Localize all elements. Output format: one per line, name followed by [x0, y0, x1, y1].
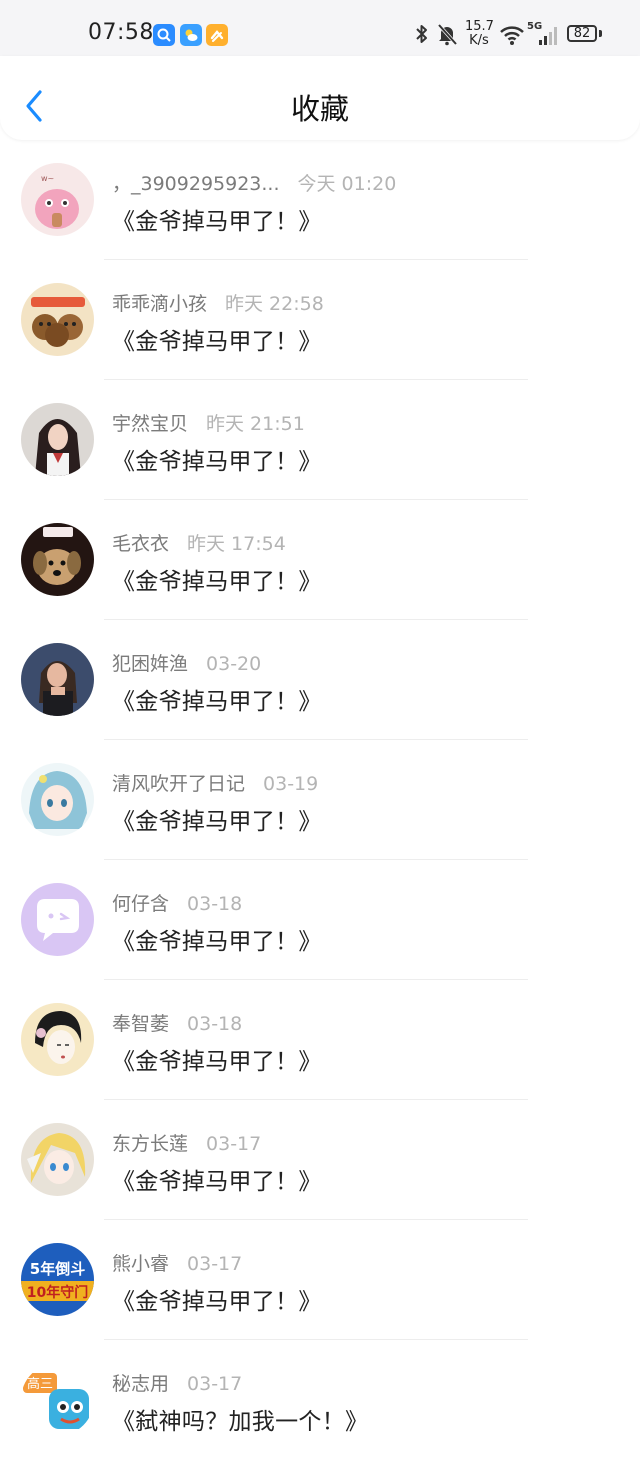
item-time: 今天 01:20	[297, 173, 397, 195]
item-time: 昨天 17:54	[187, 533, 286, 555]
avatar	[21, 763, 94, 836]
item-content: 《金爷掉马甲了！》	[112, 689, 322, 715]
avatar	[21, 283, 94, 356]
search-app-icon	[153, 24, 175, 46]
avatar-badge-line2: 10年守门	[27, 1284, 88, 1301]
weather-app-icon	[180, 24, 202, 46]
favorites-list: w~ ，_3909295923... 今天 01:20 《金爷掉马甲了！》 乖乖滴…	[0, 140, 640, 1460]
avatar: w~	[21, 163, 94, 236]
item-time: 03-17	[206, 1133, 262, 1155]
item-content: 《金爷掉马甲了！》	[112, 1169, 322, 1195]
list-item[interactable]: 东方长莲 03-17 《金爷掉马甲了！》	[0, 1100, 640, 1220]
avatar	[21, 1003, 94, 1076]
sender-name: 清风吹开了日记	[112, 773, 246, 795]
battery-level: 82	[573, 26, 591, 41]
list-item[interactable]: 奉智萎 03-18 《金爷掉马甲了！》	[0, 980, 640, 1100]
list-item[interactable]: 高三 秘志用 03-17 《弑神吗？加我一个！》	[0, 1340, 640, 1460]
sender-name: 奉智萎	[112, 1013, 170, 1035]
item-content: 《金爷掉马甲了！》	[112, 209, 322, 235]
item-time: 03-18	[187, 893, 243, 915]
sender-name: 犯困姩渔	[112, 653, 189, 675]
item-time: 03-18	[187, 1013, 243, 1035]
battery-indicator: 82	[567, 25, 597, 42]
avatar	[21, 883, 94, 956]
list-item[interactable]: 毛衣衣 昨天 17:54 《金爷掉马甲了！》	[0, 500, 640, 620]
sender-name: 宇然宝贝	[112, 413, 189, 435]
list-item[interactable]: 宇然宝贝 昨天 21:51 《金爷掉马甲了！》	[0, 380, 640, 500]
sender-name: 毛衣衣	[112, 533, 170, 555]
item-time: 03-19	[263, 773, 319, 795]
sender-name: 何仔含	[112, 893, 170, 915]
list-item[interactable]: w~ ，_3909295923... 今天 01:20 《金爷掉马甲了！》	[0, 140, 640, 260]
sender-name: 东方长莲	[112, 1133, 189, 1155]
avatar	[21, 643, 94, 716]
net-speed-value: 15.7	[465, 19, 494, 34]
signal-icon	[539, 27, 557, 45]
list-item[interactable]: 乖乖滴小孩 昨天 22:58 《金爷掉马甲了！》	[0, 260, 640, 380]
list-item[interactable]: 何仔含 03-18 《金爷掉马甲了！》	[0, 860, 640, 980]
list-item[interactable]: 犯困姩渔 03-20 《金爷掉马甲了！》	[0, 620, 640, 740]
avatar: 5年倒斗 10年守门	[21, 1243, 94, 1316]
list-item[interactable]: 清风吹开了日记 03-19 《金爷掉马甲了！》	[0, 740, 640, 860]
status-time: 07:58	[88, 20, 154, 45]
list-item[interactable]: 5年倒斗 10年守门 熊小睿 03-17 《金爷掉马甲了！》	[0, 1220, 640, 1340]
item-time: 昨天 22:58	[225, 293, 324, 315]
page-title: 收藏	[290, 92, 349, 126]
item-content: 《金爷掉马甲了！》	[112, 809, 322, 835]
item-time: 03-17	[187, 1373, 243, 1395]
item-content: 《金爷掉马甲了！》	[112, 1049, 322, 1075]
avatar-tag-text: 高三	[27, 1376, 53, 1392]
item-time: 03-17	[187, 1253, 243, 1275]
avatar-badge-line1: 5年倒斗	[30, 1260, 85, 1278]
sender-name: 熊小睿	[112, 1253, 170, 1275]
svg-text:w~: w~	[41, 174, 54, 183]
avatar	[21, 403, 94, 476]
avatar	[21, 1123, 94, 1196]
battery-tip	[599, 30, 602, 37]
avatar	[21, 523, 94, 596]
item-time: 昨天 21:51	[206, 413, 305, 435]
net-speed-unit: K/s	[469, 33, 489, 48]
item-content: 《金爷掉马甲了！》	[112, 929, 322, 955]
bluetooth-icon	[416, 25, 427, 43]
item-content: 《弑神吗？加我一个！》	[112, 1409, 369, 1435]
sender-name: 乖乖滴小孩	[112, 293, 208, 315]
net-speed: 15.7 K/s	[465, 19, 494, 48]
item-content: 《金爷掉马甲了！》	[112, 1289, 322, 1315]
sender-name: ，_3909295923...	[112, 173, 280, 195]
item-content: 《金爷掉马甲了！》	[112, 329, 322, 355]
item-content: 《金爷掉马甲了！》	[112, 569, 322, 595]
item-time: 03-20	[206, 653, 262, 675]
item-content: 《金爷掉马甲了！》	[112, 449, 322, 475]
mute-bell-icon	[437, 23, 458, 46]
sender-name: 秘志用	[112, 1373, 170, 1395]
avatar: 高三	[21, 1363, 94, 1436]
wifi-icon	[500, 26, 524, 45]
notes-app-icon	[206, 24, 228, 46]
